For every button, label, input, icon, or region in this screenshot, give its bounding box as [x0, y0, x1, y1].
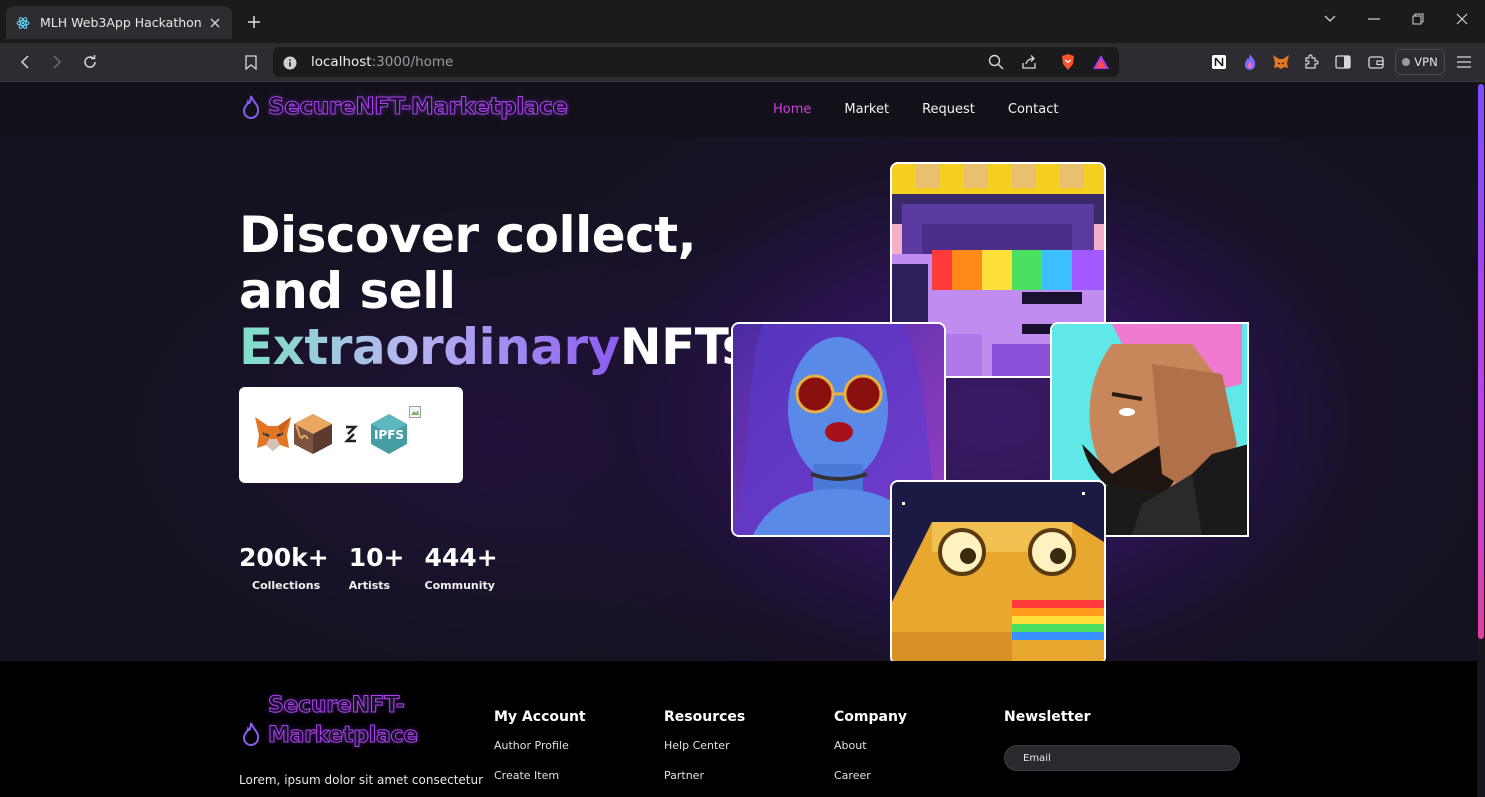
footer-column-newsletter: Newsletter [1004, 709, 1091, 739]
reload-icon[interactable] [79, 51, 101, 73]
stat-label: Collections [252, 579, 321, 592]
tech-stack-card: IPFS [239, 387, 463, 483]
close-window-icon[interactable] [1452, 9, 1472, 29]
footer-column-title: Resources [664, 709, 746, 725]
flame-drop-logo-icon [242, 722, 260, 746]
share-icon[interactable] [1019, 52, 1039, 72]
footer-column-title: My Account [494, 709, 586, 725]
metamask-icon [255, 417, 291, 451]
vpn-status-dot-icon [1402, 58, 1411, 66]
tab-search-chevron-icon[interactable] [1320, 9, 1340, 29]
stat-artists: 10+ Artists [349, 543, 405, 592]
react-favicon-icon [16, 16, 30, 30]
url-path: :3000/home [371, 54, 454, 70]
ipfs-icon: IPFS [371, 414, 407, 454]
brave-rewards-icon[interactable] [1091, 52, 1111, 72]
footer-link-author-profile[interactable]: Author Profile [494, 739, 586, 752]
browser-tab-bar: MLH Web3App Hackathon [0, 0, 1485, 43]
close-tab-icon[interactable] [208, 16, 222, 30]
flame-extension-icon[interactable] [1239, 51, 1261, 73]
footer-logo[interactable]: SecureNFT- Marketplace [240, 693, 419, 751]
site-info-icon[interactable] [283, 55, 297, 70]
extensions-puzzle-icon[interactable] [1300, 51, 1322, 73]
footer-description: Lorem, ipsum dolor sit amet consectetur [239, 773, 484, 787]
footer-column-company: Company About Career [834, 709, 907, 797]
vpn-button[interactable]: VPN [1395, 49, 1445, 75]
forward-icon[interactable] [46, 51, 68, 73]
nav-request[interactable]: Request [922, 102, 975, 117]
headline-line-3: ExtraordinaryNFTs [239, 319, 751, 375]
footer-link-create-item[interactable]: Create Item [494, 769, 586, 782]
stat-value: 200k+ [239, 543, 329, 572]
url-host: localhost [311, 54, 372, 70]
restore-icon[interactable] [1408, 9, 1428, 29]
footer-link-career[interactable]: Career [834, 769, 907, 782]
site-footer: SecureNFT- Marketplace Lorem, ipsum dolo… [0, 661, 1477, 797]
site-logo[interactable]: SecureNFT-Marketplace [240, 94, 569, 121]
page-scrollbar[interactable] [1477, 82, 1485, 797]
url-text: localhost:3000/home [311, 54, 453, 70]
scrollbar-thumb[interactable] [1478, 84, 1484, 639]
newsletter-email-input[interactable] [1004, 745, 1240, 771]
footer-logo-line-1: SecureNFT- [268, 693, 406, 719]
headline-line-2: and sell [239, 262, 456, 320]
browser-tab[interactable]: MLH Web3App Hackathon [6, 6, 232, 39]
stat-label: Artists [348, 579, 391, 592]
stat-value: 10+ [348, 543, 405, 572]
main-nav: Home Market Request Contact [773, 102, 1058, 117]
site-navbar: SecureNFT-Marketplace Home Market Reques… [0, 82, 1477, 137]
newsletter-title: Newsletter [1004, 709, 1091, 725]
stat-label: Community [424, 579, 495, 592]
broken-image-icon [409, 406, 421, 418]
nft-card-pixel-frog[interactable] [890, 480, 1106, 665]
metamask-extension-icon[interactable] [1270, 51, 1292, 73]
headline-line-1: Discover collect, [239, 206, 697, 264]
nav-market[interactable]: Market [844, 102, 889, 117]
footer-column-resources: Resources Help Center Partner [664, 709, 745, 797]
bookmark-icon[interactable] [240, 51, 262, 73]
brave-shields-icon[interactable] [1058, 52, 1078, 72]
hero-section: Discover collect, and sell Extraordinary… [0, 137, 1477, 665]
browser-toolbar: localhost:3000/home VPN [0, 43, 1485, 82]
zoom-icon[interactable] [986, 52, 1006, 72]
wallet-icon[interactable] [1365, 51, 1387, 73]
footer-logo-line-2: Marketplace [268, 723, 419, 749]
notion-extension-icon[interactable] [1208, 51, 1230, 73]
thirdweb-box-icon [294, 414, 332, 454]
ipfs-label: IPFS [374, 428, 404, 442]
minimize-icon[interactable] [1364, 9, 1384, 29]
nav-contact[interactable]: Contact [1008, 102, 1059, 117]
footer-link-about[interactable]: About [834, 739, 907, 752]
stat-value: 444+ [424, 543, 498, 572]
stats-row: 200k+ Collections 10+ Artists 444+ Commu… [239, 543, 518, 592]
sync-icon [343, 425, 359, 443]
hero-headline: Discover collect, and sell Extraordinary… [239, 207, 751, 375]
logo-text: SecureNFT-Marketplace [268, 94, 569, 121]
back-icon[interactable] [14, 51, 36, 73]
web-page: SecureNFT-Marketplace Home Market Reques… [0, 82, 1477, 797]
new-tab-icon[interactable] [244, 12, 264, 32]
headline-highlight: Extraordinary [239, 318, 620, 376]
footer-link-help-center[interactable]: Help Center [664, 739, 745, 752]
stat-community: 444+ Community [425, 543, 498, 592]
address-bar[interactable]: localhost:3000/home [273, 47, 1119, 77]
stat-collections: 200k+ Collections [239, 543, 329, 592]
footer-column-title: Company [834, 709, 908, 725]
footer-link-partner[interactable]: Partner [664, 769, 745, 782]
tab-title: MLH Web3App Hackathon [40, 15, 202, 30]
flame-drop-logo-icon [242, 95, 260, 119]
vpn-label: VPN [1414, 55, 1438, 69]
browser-menu-icon[interactable] [1453, 51, 1475, 73]
nft-pixel-frog-image [892, 482, 1104, 663]
sidebar-toggle-icon[interactable] [1332, 51, 1354, 73]
nav-home[interactable]: Home [773, 102, 811, 117]
footer-column-my-account: My Account Author Profile Create Item [494, 709, 586, 797]
